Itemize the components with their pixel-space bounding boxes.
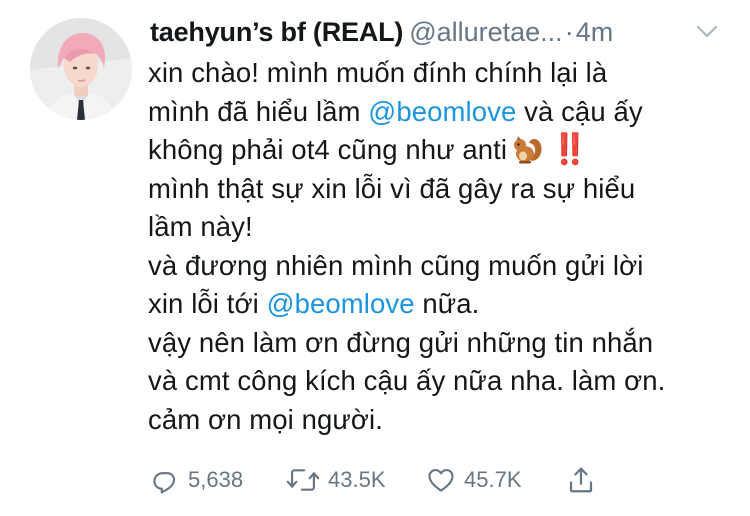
reply-icon [153, 472, 176, 494]
tweet-text-line: không phải ot4 cũng như anti ‼️ [148, 131, 738, 170]
tweet-header: taehyun’s bf (REAL) @alluretae...·4m [150, 14, 740, 54]
mention-link[interactable]: @beomlove [267, 288, 415, 319]
display-name[interactable]: taehyun’s bf (REAL) [150, 17, 403, 47]
reply-button[interactable]: 5,638 [150, 460, 243, 500]
tweet-text-line: và cmt công kích cậu ấy nữa nha. làm ơn. [148, 365, 666, 396]
tweet-text-line: cảm ơn mọi người. [148, 403, 383, 435]
mention-link[interactable]: @beomlove [368, 96, 516, 127]
tweet-text-line: xin chào! mình muốn đính chính lại là [148, 57, 608, 88]
like-button[interactable]: 45.7K [426, 460, 522, 500]
tweet-text-line: mình thật sự xin lỗi vì đã gây ra sự hiể… [148, 172, 636, 204]
double-exclamation-emoji: ‼️ [551, 133, 588, 166]
tweet-text-line: xin lỗi tới @beomlove nữa. [148, 288, 480, 319]
tweet-text-line: vậy nên làm ơn đừng gửi những tin nhắn [148, 326, 654, 358]
retweet-button[interactable]: 43.5K [286, 460, 386, 500]
avatar-image [30, 18, 132, 120]
share-button[interactable] [566, 460, 596, 500]
like-count: 45.7K [464, 467, 522, 492]
tweet-text: xin chào! mình muốn đính chính lại là mì… [148, 54, 738, 439]
chevron-down-icon[interactable] [695, 24, 719, 40]
tweet-text-line: lầm này! [148, 211, 253, 242]
separator-dot: · [564, 17, 574, 47]
retweet-count: 43.5K [328, 467, 386, 492]
chipmunk-emoji [514, 136, 542, 164]
heart-icon [428, 468, 454, 492]
tweet-text-line: mình đã hiểu lầm @beomlove và cậu ấy [148, 95, 643, 127]
reply-count: 5,638 [188, 467, 244, 492]
timestamp[interactable]: 4m [576, 17, 614, 47]
tweet-text-line: và đương nhiên mình cũng muốn gửi lời [148, 249, 644, 281]
tweet-actions: 5,638 43.5K 45.7K [150, 460, 610, 500]
retweet-icon [286, 469, 320, 491]
avatar[interactable] [30, 18, 132, 120]
share-icon [569, 467, 593, 493]
user-handle[interactable]: @alluretae... [409, 17, 562, 47]
tweet: taehyun’s bf (REAL) @alluretae...·4m xin … [0, 0, 750, 516]
